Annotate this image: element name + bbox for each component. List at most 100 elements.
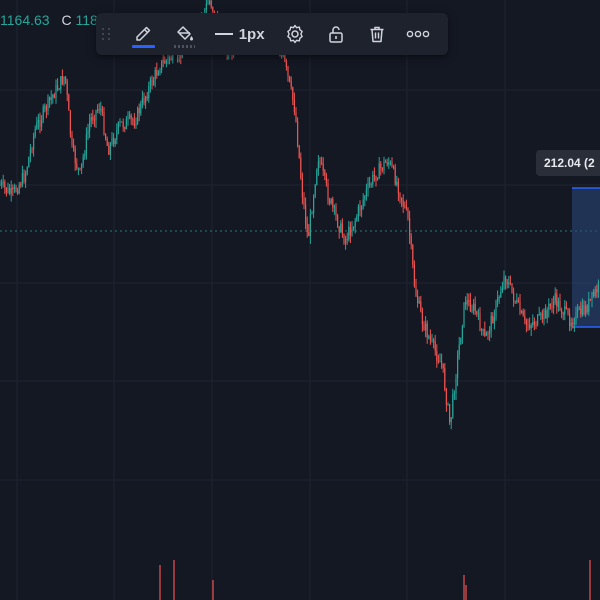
candle-body [444,368,446,390]
candle-body [458,344,460,356]
candle-body [127,117,129,119]
line-width-label: 1px [238,25,265,43]
price-chart[interactable] [0,0,600,600]
candle-body [529,325,531,329]
candle-body [465,302,467,305]
candle-body [404,205,406,207]
candle-body [485,332,487,336]
candle-body [493,316,495,324]
candle-body [567,308,569,314]
candle-body [577,309,579,312]
candle-body [73,144,75,149]
candle-body [293,100,295,112]
candle-body [466,300,468,305]
candle-body [149,79,151,86]
candle-body [434,341,436,352]
candle-body [282,55,284,57]
candle-body [365,189,367,197]
candle-body [473,303,475,311]
candle-body [546,310,548,319]
candle-body [97,109,99,111]
candle-body [33,136,35,150]
measure-price-label: 212.04 (2 [536,150,600,176]
candle-body [383,161,385,171]
candle-body [596,289,598,293]
candle-body [516,300,518,302]
candle-body [52,94,54,98]
candle-body [159,70,161,74]
candle-body [164,60,166,64]
more-button[interactable] [401,17,436,51]
candle-body [425,323,427,331]
candle-body [44,106,46,108]
candle-body [553,301,555,308]
candle-body [359,206,361,211]
lock-toggle-button[interactable] [318,17,353,51]
candle-body [61,76,63,84]
candle-body [156,70,158,76]
line-width-button[interactable]: 1px [208,17,271,51]
candle-body [324,170,326,176]
candle-body [569,313,571,327]
candle-body [281,55,283,57]
candle-body [117,122,119,131]
candle-body [309,213,311,236]
candle-body [60,76,62,90]
candle-body [25,173,27,182]
candle-body [28,157,30,168]
candle-body [532,322,534,326]
candle-body [129,115,131,118]
candle-body [143,98,145,104]
candle-body [439,361,441,363]
candle-body [47,97,49,111]
candle-body [71,134,73,145]
candle-body [506,282,508,285]
settings-button[interactable] [277,17,312,51]
candle-body [151,79,153,85]
drawing-toolbar: 1px [96,13,448,55]
candle-body [391,162,393,167]
candle-body [561,310,563,313]
candle-body [65,76,67,82]
candle-body [418,301,420,303]
candle-body [487,332,489,334]
candle-body [305,204,307,224]
candle-body [154,70,156,80]
candle-body [87,131,89,135]
candle-body [138,108,140,114]
candle-body [18,184,20,194]
candle-body [49,97,51,100]
trash-icon [367,24,387,44]
candle-body [284,55,286,61]
candle-body [463,302,465,327]
candle-body [570,322,572,327]
candle-body [589,298,591,300]
pencil-button[interactable] [126,17,161,51]
candle-body [68,94,70,111]
candle-body [511,283,513,293]
candle-body [452,394,454,418]
candle-body [4,181,6,188]
candle-body [372,174,374,185]
candle-body [521,311,523,313]
candle-body [125,119,127,129]
candle-body [84,154,86,157]
delete-button[interactable] [360,17,395,51]
candle-body [353,226,355,229]
candle-body [508,282,510,285]
candle-body [361,206,363,211]
candle-body [556,293,558,307]
drag-handle[interactable] [102,24,114,44]
candle-body [45,106,47,111]
candle-body [121,121,123,123]
candle-body [537,314,539,326]
candle-body [132,119,134,121]
candle-body [380,163,382,168]
candle-body [581,305,583,315]
fill-color-button[interactable] [167,17,202,51]
candle-body [10,188,12,194]
candle-body [311,212,313,214]
more-icon [406,24,430,44]
candle-body [161,60,163,71]
candle-body [76,163,78,168]
